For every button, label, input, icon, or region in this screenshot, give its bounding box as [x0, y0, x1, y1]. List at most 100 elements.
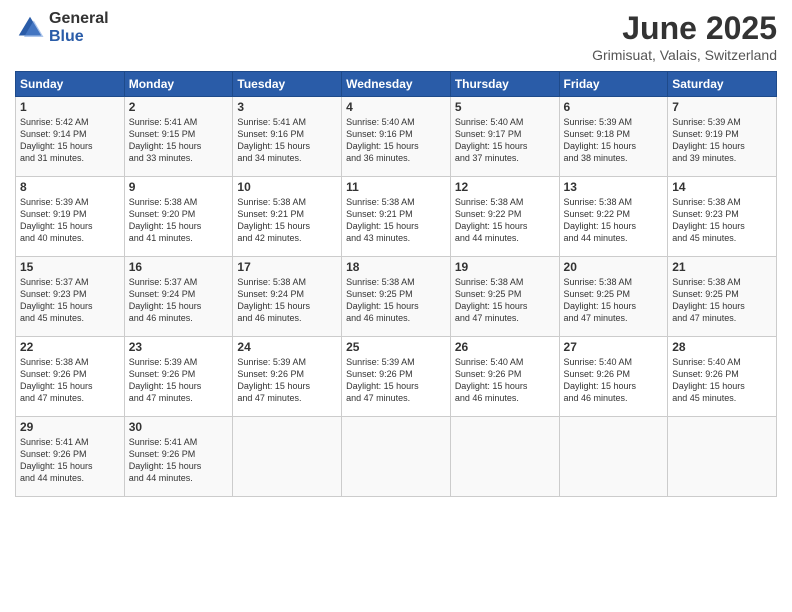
day-number: 12	[455, 180, 555, 194]
day-cell	[342, 417, 451, 497]
day-number: 9	[129, 180, 229, 194]
day-info: Sunrise: 5:41 AMSunset: 9:16 PMDaylight:…	[237, 116, 337, 165]
day-info: Sunrise: 5:41 AMSunset: 9:15 PMDaylight:…	[129, 116, 229, 165]
col-header-thursday: Thursday	[450, 72, 559, 97]
day-info: Sunrise: 5:38 AMSunset: 9:25 PMDaylight:…	[346, 276, 446, 325]
day-cell: 24 Sunrise: 5:39 AMSunset: 9:26 PMDayligh…	[233, 337, 342, 417]
day-info: Sunrise: 5:41 AMSunset: 9:26 PMDaylight:…	[129, 436, 229, 485]
day-cell	[450, 417, 559, 497]
day-cell: 15 Sunrise: 5:37 AMSunset: 9:23 PMDayligh…	[16, 257, 125, 337]
day-cell: 22Sunrise: 5:38 AMSunset: 9:26 PMDayligh…	[16, 337, 125, 417]
day-number: 18	[346, 260, 446, 274]
col-header-wednesday: Wednesday	[342, 72, 451, 97]
day-number: 23	[129, 340, 229, 354]
day-cell: 8 Sunrise: 5:39 AMSunset: 9:19 PMDaylight…	[16, 177, 125, 257]
day-info: Sunrise: 5:38 AMSunset: 9:25 PMDaylight:…	[672, 276, 772, 325]
logo-text: General Blue	[49, 10, 109, 45]
day-cell: 20Sunrise: 5:38 AMSunset: 9:25 PMDayligh…	[559, 257, 668, 337]
day-number: 5	[455, 100, 555, 114]
logo-general: General	[49, 10, 109, 28]
day-number: 27	[564, 340, 664, 354]
col-header-saturday: Saturday	[668, 72, 777, 97]
day-info: Sunrise: 5:39 AMSunset: 9:26 PMDaylight:…	[237, 356, 337, 405]
day-info: Sunrise: 5:38 AMSunset: 9:21 PMDaylight:…	[237, 196, 337, 245]
day-info: Sunrise: 5:39 AMSunset: 9:26 PMDaylight:…	[129, 356, 229, 405]
day-cell: 10 Sunrise: 5:38 AMSunset: 9:21 PMDayligh…	[233, 177, 342, 257]
col-header-tuesday: Tuesday	[233, 72, 342, 97]
day-number: 24	[237, 340, 337, 354]
col-header-sunday: Sunday	[16, 72, 125, 97]
day-number: 15	[20, 260, 120, 274]
day-cell	[668, 417, 777, 497]
day-number: 20	[564, 260, 664, 274]
day-info: Sunrise: 5:38 AMSunset: 9:21 PMDaylight:…	[346, 196, 446, 245]
day-number: 26	[455, 340, 555, 354]
calendar-header-row: SundayMondayTuesdayWednesdayThursdayFrid…	[16, 72, 777, 97]
day-number: 3	[237, 100, 337, 114]
day-number: 22	[20, 340, 120, 354]
logo: General Blue	[15, 10, 109, 45]
day-cell: 27 Sunrise: 5:40 AMSunset: 9:26 PMDayligh…	[559, 337, 668, 417]
day-number: 11	[346, 180, 446, 194]
day-cell: 16 Sunrise: 5:37 AMSunset: 9:24 PMDayligh…	[124, 257, 233, 337]
day-number: 17	[237, 260, 337, 274]
logo-blue: Blue	[49, 28, 109, 46]
day-info: Sunrise: 5:39 AMSunset: 9:18 PMDaylight:…	[564, 116, 664, 165]
day-number: 2	[129, 100, 229, 114]
day-cell: 12Sunrise: 5:38 AMSunset: 9:22 PMDayligh…	[450, 177, 559, 257]
day-info: Sunrise: 5:42 AMSunset: 9:14 PMDaylight:…	[20, 116, 120, 165]
calendar-table: SundayMondayTuesdayWednesdayThursdayFrid…	[15, 71, 777, 497]
day-number: 25	[346, 340, 446, 354]
day-info: Sunrise: 5:37 AMSunset: 9:23 PMDaylight:…	[20, 276, 120, 325]
day-info: Sunrise: 5:39 AMSunset: 9:19 PMDaylight:…	[672, 116, 772, 165]
col-header-monday: Monday	[124, 72, 233, 97]
day-info: Sunrise: 5:38 AMSunset: 9:22 PMDaylight:…	[564, 196, 664, 245]
week-row-4: 22Sunrise: 5:38 AMSunset: 9:26 PMDayligh…	[16, 337, 777, 417]
day-number: 19	[455, 260, 555, 274]
day-number: 13	[564, 180, 664, 194]
page: General Blue June 2025 Grimisuat, Valais…	[0, 0, 792, 612]
day-cell: 19 Sunrise: 5:38 AMSunset: 9:25 PMDayligh…	[450, 257, 559, 337]
logo-icon	[15, 13, 45, 43]
day-cell: 18 Sunrise: 5:38 AMSunset: 9:25 PMDayligh…	[342, 257, 451, 337]
day-cell: 3 Sunrise: 5:41 AMSunset: 9:16 PMDaylight…	[233, 97, 342, 177]
day-info: Sunrise: 5:40 AMSunset: 9:26 PMDaylight:…	[672, 356, 772, 405]
day-info: Sunrise: 5:40 AMSunset: 9:26 PMDaylight:…	[564, 356, 664, 405]
week-row-5: 29 Sunrise: 5:41 AMSunset: 9:26 PMDayligh…	[16, 417, 777, 497]
week-row-3: 15 Sunrise: 5:37 AMSunset: 9:23 PMDayligh…	[16, 257, 777, 337]
day-info: Sunrise: 5:39 AMSunset: 9:19 PMDaylight:…	[20, 196, 120, 245]
day-cell: 4Sunrise: 5:40 AMSunset: 9:16 PMDaylight…	[342, 97, 451, 177]
day-cell: 26 Sunrise: 5:40 AMSunset: 9:26 PMDayligh…	[450, 337, 559, 417]
day-number: 29	[20, 420, 120, 434]
day-info: Sunrise: 5:40 AMSunset: 9:26 PMDaylight:…	[455, 356, 555, 405]
day-cell: 6Sunrise: 5:39 AMSunset: 9:18 PMDaylight…	[559, 97, 668, 177]
day-cell	[559, 417, 668, 497]
day-cell: 13 Sunrise: 5:38 AMSunset: 9:22 PMDayligh…	[559, 177, 668, 257]
day-number: 4	[346, 100, 446, 114]
day-number: 8	[20, 180, 120, 194]
day-info: Sunrise: 5:37 AMSunset: 9:24 PMDaylight:…	[129, 276, 229, 325]
day-cell: 11 Sunrise: 5:38 AMSunset: 9:21 PMDayligh…	[342, 177, 451, 257]
day-info: Sunrise: 5:38 AMSunset: 9:25 PMDaylight:…	[455, 276, 555, 325]
week-row-2: 8 Sunrise: 5:39 AMSunset: 9:19 PMDaylight…	[16, 177, 777, 257]
day-info: Sunrise: 5:38 AMSunset: 9:24 PMDaylight:…	[237, 276, 337, 325]
header: General Blue June 2025 Grimisuat, Valais…	[15, 10, 777, 63]
day-cell: 25 Sunrise: 5:39 AMSunset: 9:26 PMDayligh…	[342, 337, 451, 417]
title-month: June 2025	[592, 10, 777, 47]
day-number: 14	[672, 180, 772, 194]
day-number: 1	[20, 100, 120, 114]
day-number: 7	[672, 100, 772, 114]
day-cell: 23 Sunrise: 5:39 AMSunset: 9:26 PMDayligh…	[124, 337, 233, 417]
day-cell: 28 Sunrise: 5:40 AMSunset: 9:26 PMDayligh…	[668, 337, 777, 417]
day-number: 16	[129, 260, 229, 274]
col-header-friday: Friday	[559, 72, 668, 97]
day-number: 28	[672, 340, 772, 354]
day-cell: 1 Sunrise: 5:42 AMSunset: 9:14 PMDaylight…	[16, 97, 125, 177]
day-cell: 30Sunrise: 5:41 AMSunset: 9:26 PMDayligh…	[124, 417, 233, 497]
day-cell: 17 Sunrise: 5:38 AMSunset: 9:24 PMDayligh…	[233, 257, 342, 337]
day-info: Sunrise: 5:38 AMSunset: 9:20 PMDaylight:…	[129, 196, 229, 245]
title-location: Grimisuat, Valais, Switzerland	[592, 47, 777, 63]
day-number: 10	[237, 180, 337, 194]
title-block: June 2025 Grimisuat, Valais, Switzerland	[592, 10, 777, 63]
day-info: Sunrise: 5:39 AMSunset: 9:26 PMDaylight:…	[346, 356, 446, 405]
